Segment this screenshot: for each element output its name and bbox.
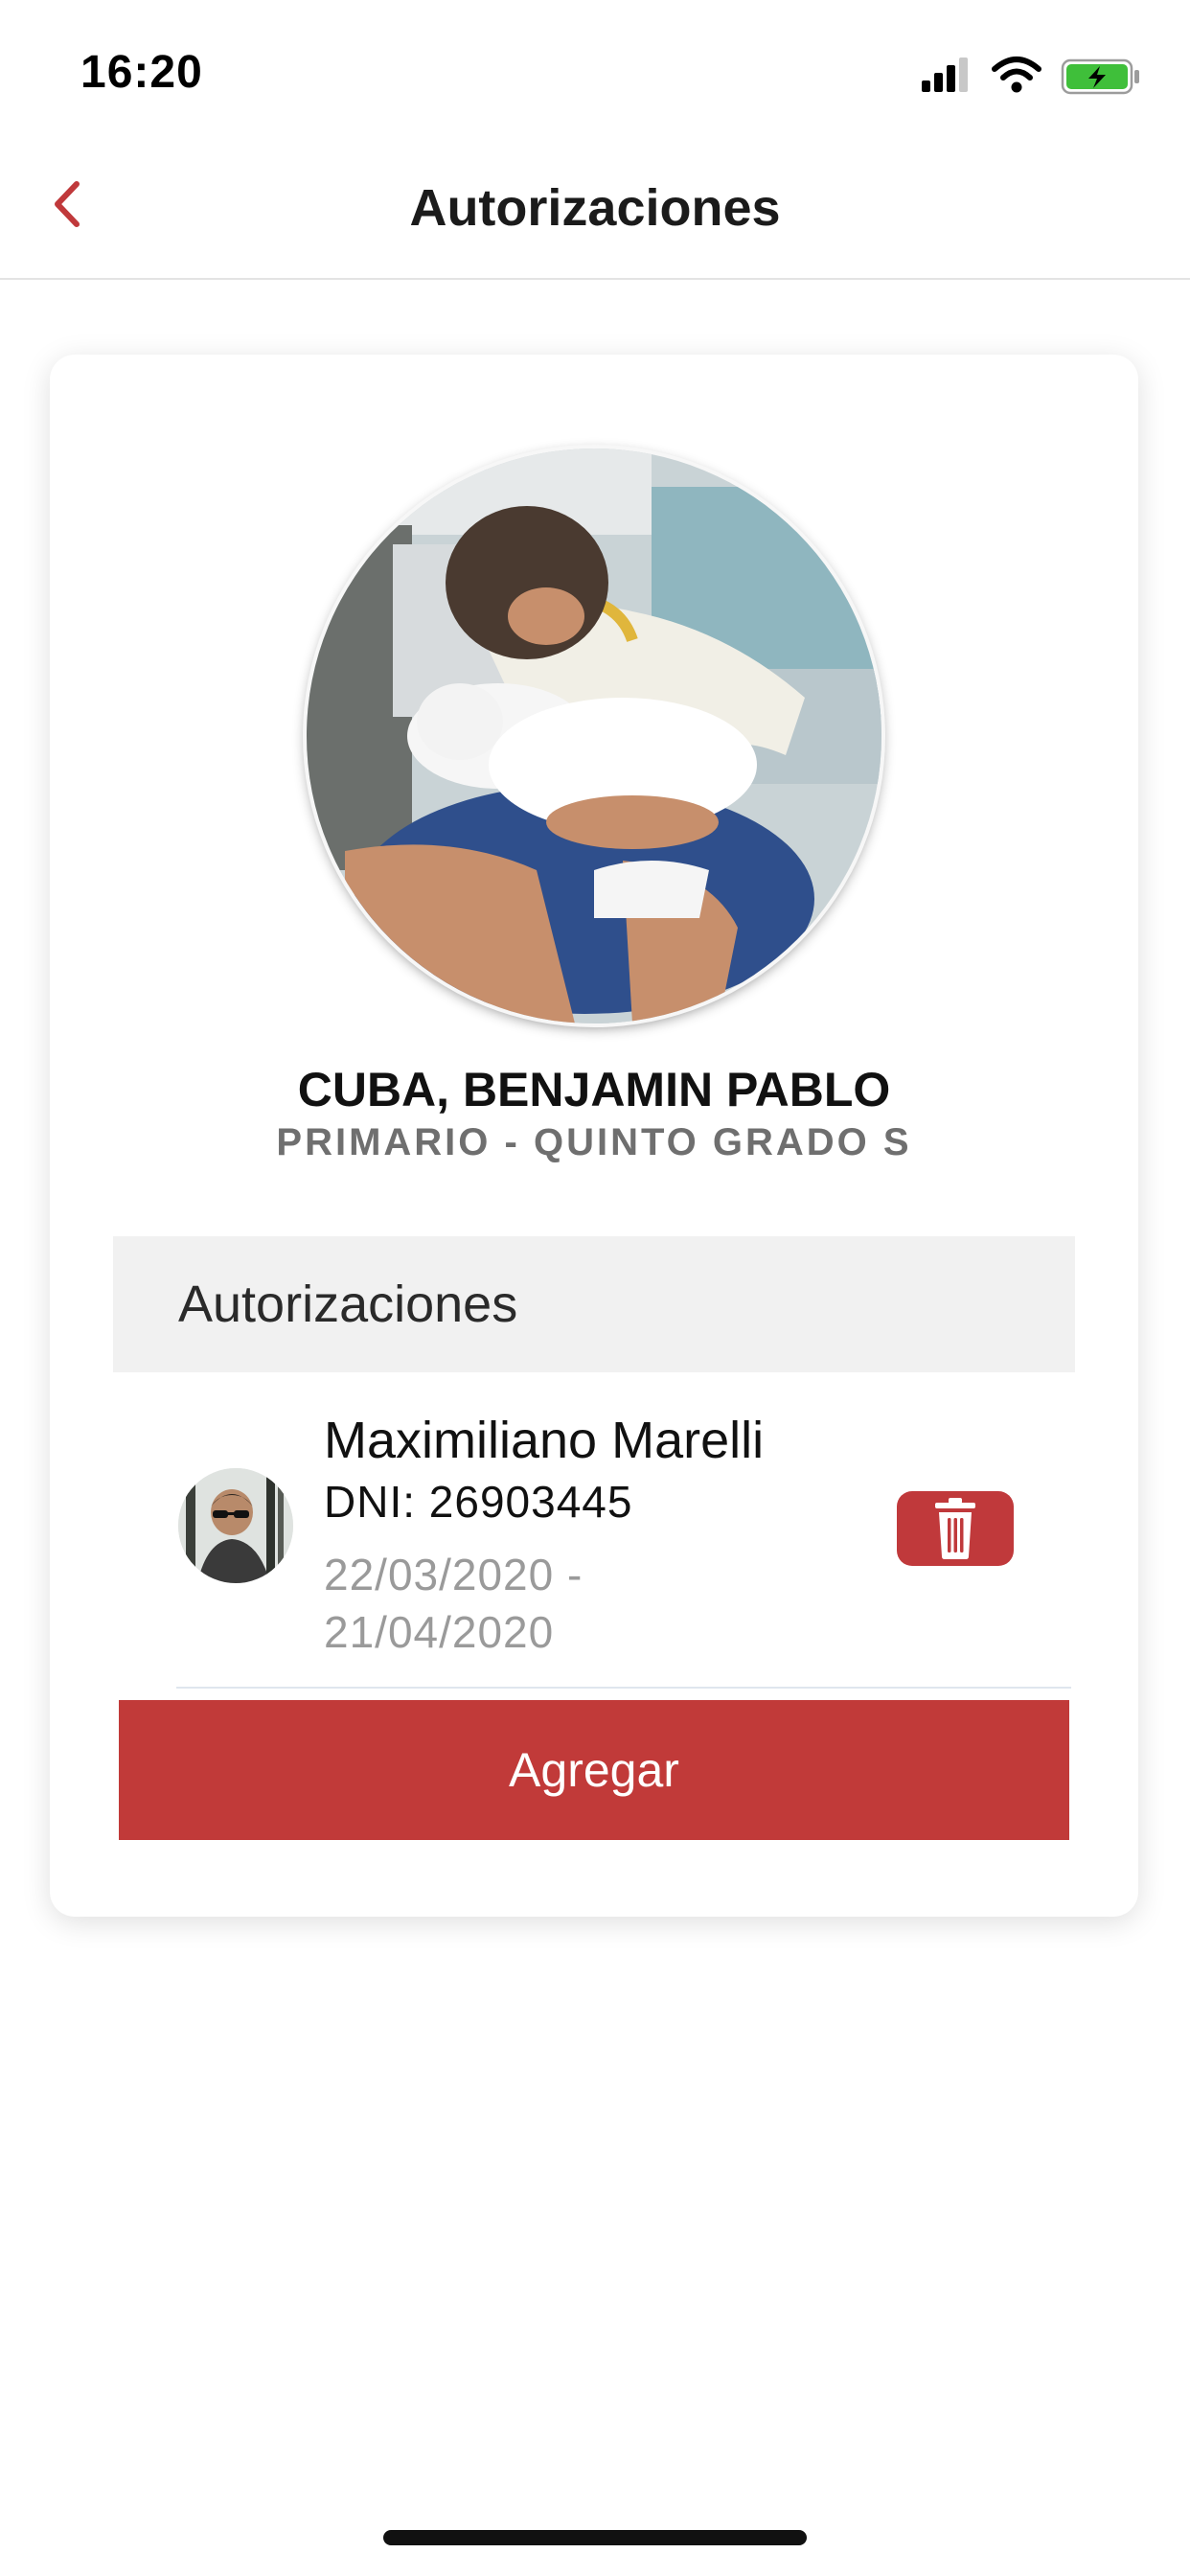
- student-card: CUBA, BENJAMIN PABLO PRIMARIO - QUINTO G…: [50, 355, 1138, 1917]
- list-divider: [176, 1687, 1071, 1689]
- wifi-icon: [992, 57, 1041, 93]
- authorization-date-to: 21/04/2020: [324, 1607, 555, 1657]
- student-name: CUBA, BENJAMIN PABLO: [297, 1063, 891, 1116]
- add-authorization-button[interactable]: Agregar: [119, 1700, 1069, 1840]
- status-bar: 16:20: [0, 0, 1190, 134]
- authorization-item: Maximiliano Marelli DNI: 26903445 22/03/…: [113, 1372, 1075, 1669]
- status-icons: [922, 54, 1142, 96]
- status-time: 16:20: [80, 47, 203, 98]
- signal-icon: [922, 58, 968, 92]
- section-title: Autorizaciones: [178, 1276, 518, 1333]
- authorized-person-dni: DNI: 26903445: [324, 1477, 633, 1527]
- student-grade: PRIMARIO - QUINTO GRADO S: [276, 1121, 912, 1163]
- trash-icon: [935, 1498, 975, 1559]
- student-photo: [307, 448, 881, 1024]
- authorizations-section-header: Autorizaciones: [113, 1236, 1075, 1372]
- delete-authorization-button[interactable]: [897, 1491, 1014, 1566]
- navigation-bar: Autorizaciones: [0, 134, 1190, 280]
- authorized-person-name: Maximiliano Marelli: [324, 1412, 765, 1469]
- authorized-person-avatar: [178, 1468, 293, 1583]
- battery-charging-icon: [1061, 58, 1139, 95]
- home-indicator[interactable]: [383, 2530, 807, 2545]
- authorization-date-from: 22/03/2020 -: [324, 1550, 584, 1599]
- app-screen: 16:20 Autorizaciones CUBA, BENJAMIN PABL…: [0, 0, 1190, 2576]
- page-title: Autorizaciones: [409, 179, 781, 237]
